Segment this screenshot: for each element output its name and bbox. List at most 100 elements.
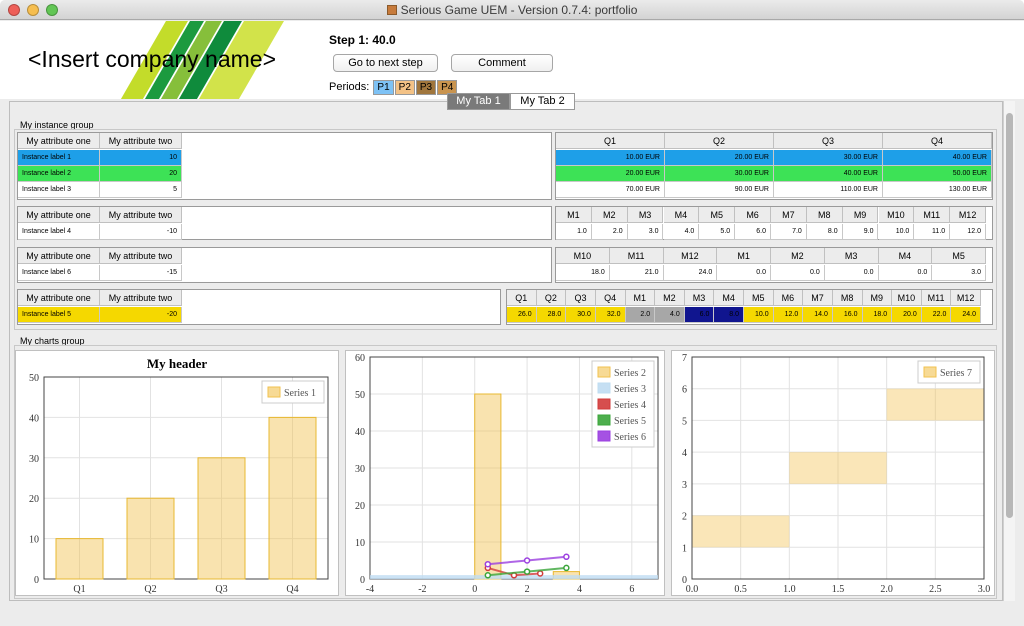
tab-my-tab-2[interactable]: My Tab 2 (510, 93, 575, 110)
value-cell[interactable]: 18.0 (556, 265, 610, 281)
value-cell[interactable]: 12.0 (773, 307, 804, 323)
series-point[interactable] (484, 560, 492, 568)
series-point[interactable] (563, 564, 570, 572)
attribute-value-cell[interactable]: -20 (100, 307, 182, 323)
value-cell[interactable]: 20.0 (892, 307, 922, 323)
bar-q3[interactable] (197, 457, 246, 580)
value-cell[interactable]: 70.00 EUR (556, 182, 665, 198)
value-cell[interactable]: 21.0 (609, 265, 664, 281)
value-cell[interactable]: 0.0 (824, 265, 879, 281)
instance-table-2: My attribute one My attribute two Instance… (17, 206, 552, 240)
value-cell[interactable]: 12.0 (950, 224, 986, 240)
value-cell[interactable]: 14.0 (803, 307, 833, 323)
minimize-window-button[interactable] (27, 4, 39, 16)
value-cell[interactable]: 40.00 EUR (774, 166, 883, 182)
series-point[interactable] (563, 553, 570, 561)
value-cell[interactable]: 26.0 (507, 307, 537, 323)
company-name: <Insert company name> (28, 46, 277, 72)
x-tick-label: 0.0 (686, 584, 699, 595)
value-cell[interactable]: 9.0 (842, 224, 879, 240)
zoom-window-button[interactable] (46, 4, 58, 16)
column-header-m12: M12 (951, 290, 981, 306)
value-cell[interactable]: 24.0 (951, 307, 981, 323)
comment-button[interactable]: Comment (451, 54, 553, 72)
period-p2[interactable]: P2 (394, 80, 415, 95)
vertical-scrollbar[interactable] (1003, 101, 1015, 601)
value-cell[interactable]: 3.0 (932, 265, 986, 281)
value-cell[interactable]: 7.0 (771, 224, 807, 240)
value-cell[interactable]: 90.00 EUR (665, 182, 774, 198)
value-cell[interactable]: 8.0 (806, 224, 843, 240)
bar-q2[interactable] (126, 497, 175, 580)
value-cell[interactable]: 18.0 (862, 307, 893, 323)
scrollbar-thumb[interactable] (1006, 113, 1013, 518)
value-cell[interactable]: 30.00 EUR (665, 166, 774, 182)
column-header-q3: Q3 (566, 290, 596, 306)
value-cell[interactable]: 4.0 (663, 224, 700, 240)
x-tick-label: 2.0 (880, 584, 893, 595)
value-cell[interactable]: 20.00 EUR (556, 166, 665, 182)
value-cell[interactable]: 11.0 (914, 224, 951, 240)
bar-q4[interactable] (268, 416, 317, 580)
series-point[interactable] (523, 557, 531, 564)
period-p3[interactable]: P3 (415, 80, 437, 95)
instance-label-cell[interactable]: Instance label 4 (18, 224, 100, 240)
series-point[interactable] (536, 570, 544, 577)
series-7-box[interactable] (886, 388, 984, 421)
bar-q1[interactable] (55, 538, 104, 580)
instance-table-4: My attribute one My attribute two Instance… (17, 289, 501, 325)
charts-group: My header 0 10 20 30 40 50 Q1 Q2 Q3 Q4 Series 1 0 10… (14, 345, 997, 599)
value-cell[interactable]: 6.0 (735, 224, 771, 240)
value-cell[interactable]: 10.0 (744, 307, 774, 323)
value-cell[interactable]: 2.0 (625, 307, 656, 323)
instance-label-cell[interactable]: Instance label 2 (18, 166, 100, 182)
value-cell[interactable]: 24.0 (663, 265, 718, 281)
legend-label: Series 4 (614, 400, 646, 411)
value-cell[interactable]: 3.0 (627, 224, 664, 240)
attribute-value-cell[interactable]: 20 (100, 166, 182, 182)
value-cell[interactable]: 22.0 (921, 307, 952, 323)
value-cell[interactable]: 10.0 (878, 224, 915, 240)
value-cell[interactable]: 32.0 (595, 307, 626, 323)
legend-label: Series 2 (614, 368, 646, 379)
instance-label-cell[interactable]: Instance label 3 (18, 182, 100, 198)
series-point[interactable] (523, 568, 531, 575)
attribute-value-cell[interactable]: -10 (100, 224, 182, 240)
value-cell[interactable]: 4.0 (655, 307, 685, 323)
attribute-value-cell[interactable]: 10 (100, 150, 182, 166)
value-cell[interactable]: 8.0 (714, 307, 744, 323)
attribute-value-cell[interactable]: -15 (100, 265, 182, 281)
value-cell[interactable]: 0.0 (717, 265, 771, 281)
value-cell[interactable]: 10.00 EUR (556, 150, 665, 166)
instance-label-cell[interactable]: Instance label 5 (18, 307, 100, 323)
value-cell[interactable]: 30.00 EUR (774, 150, 883, 166)
tab-my-tab-1[interactable]: My Tab 1 (447, 93, 510, 110)
value-cell[interactable]: 5.0 (699, 224, 736, 240)
series-point[interactable] (484, 572, 492, 579)
value-cell[interactable]: 40.00 EUR (883, 150, 992, 166)
value-cell[interactable]: 20.00 EUR (665, 150, 774, 166)
series-7-box[interactable] (789, 452, 887, 484)
period-p1[interactable]: P1 (373, 80, 394, 95)
value-cell[interactable]: 0.0 (771, 265, 825, 281)
series-2-bar[interactable] (474, 393, 502, 580)
column-header-m12: M12 (663, 248, 718, 264)
instance-label-cell[interactable]: Instance label 6 (18, 265, 100, 281)
value-cell[interactable]: 130.00 EUR (883, 182, 992, 198)
instance-label-cell[interactable]: Instance label 1 (18, 150, 100, 166)
value-cell[interactable]: 110.00 EUR (774, 182, 883, 198)
value-cell[interactable]: 0.0 (878, 265, 933, 281)
value-cell[interactable]: 2.0 (591, 224, 628, 240)
value-cell[interactable]: 16.0 (832, 307, 863, 323)
value-cell[interactable]: 30.0 (566, 307, 596, 323)
series-7-box[interactable] (692, 515, 790, 548)
next-step-button[interactable]: Go to next step (333, 54, 438, 72)
attribute-value-cell[interactable]: 5 (100, 182, 182, 198)
value-cell[interactable]: 6.0 (684, 307, 715, 323)
x-tick-label: 0 (472, 584, 477, 595)
y-tick-label: 4 (682, 448, 687, 459)
value-cell[interactable]: 50.00 EUR (883, 166, 992, 182)
value-cell[interactable]: 28.0 (536, 307, 567, 323)
value-cell[interactable]: 1.0 (556, 224, 592, 240)
close-window-button[interactable] (8, 4, 20, 16)
